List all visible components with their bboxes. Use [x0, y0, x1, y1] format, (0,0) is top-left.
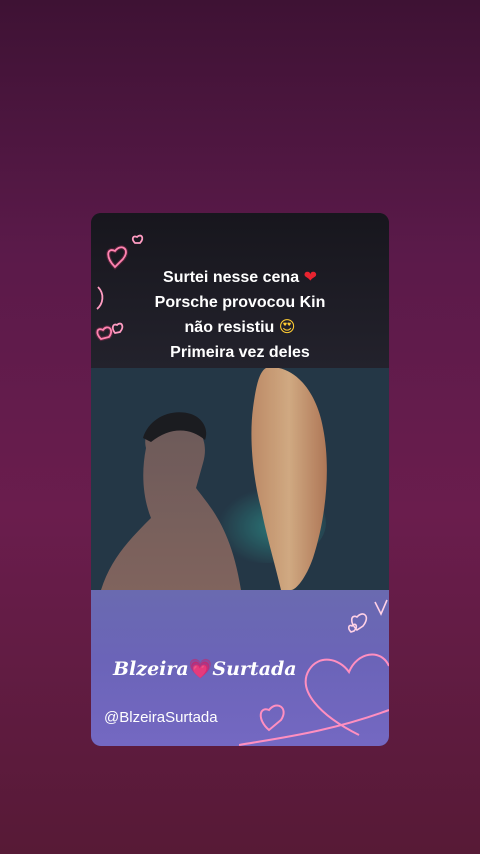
caption-line-2: Porsche provocou Kin — [154, 293, 326, 311]
story-card: Surtei nesse cena ❤ Porsche provocou Kin… — [91, 213, 389, 746]
neon-heart-outline-icon — [239, 653, 389, 746]
video-scene-image — [91, 368, 389, 590]
caption-panel: Surtei nesse cena ❤ Porsche provocou Kin… — [91, 213, 389, 368]
pink-heart-emoji: 💗 — [188, 658, 213, 680]
heart-eyes-emoji: 😍 — [278, 317, 296, 336]
branding-panel: Blzeira💗Surtada @BlzeiraSurtada — [91, 590, 389, 746]
caption-text: Surtei nesse cena ❤ Porsche provocou Kin… — [91, 265, 389, 365]
caption-line-1: Surtei nesse cena ❤ — [163, 267, 317, 286]
caption-line-3: não resistiu 😍 — [184, 317, 296, 336]
neon-hearts-small-icon — [347, 599, 388, 633]
brand-logo-text: Blzeira💗Surtada — [113, 658, 297, 680]
caption-line-4: Primeira vez deles — [170, 343, 310, 361]
red-heart-emoji: ❤ — [303, 267, 317, 286]
profile-handle-link[interactable]: @BlzeiraSurtada — [104, 709, 218, 726]
video-frame[interactable] — [91, 368, 389, 590]
